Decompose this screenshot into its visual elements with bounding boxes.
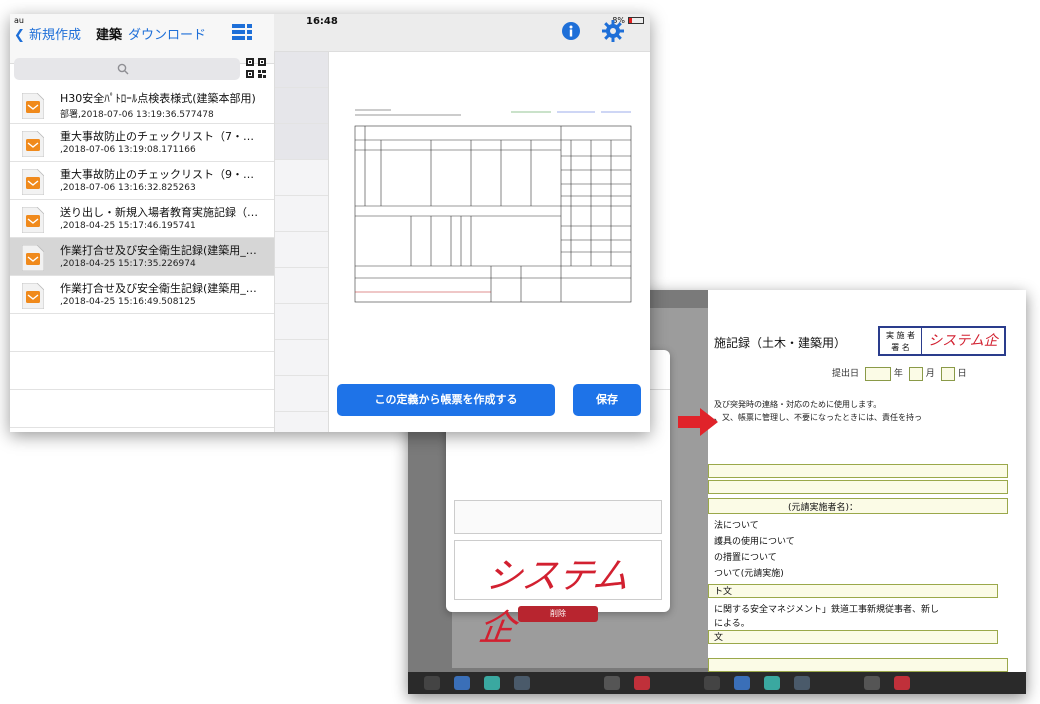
toolbar-globe-icon[interactable]: [734, 676, 750, 690]
toolbar-layout-icon[interactable]: [794, 676, 810, 690]
form-field-row[interactable]: [708, 584, 998, 598]
month-field[interactable]: [908, 366, 923, 381]
file-list-item[interactable]: 作業打合せ及び安全衛生記録(建築用_… ,2018-04-25 15:17:35.…: [10, 238, 274, 276]
toolbar-add-icon[interactable]: [604, 676, 620, 690]
toolbar-back-icon[interactable]: [424, 676, 440, 690]
notes: 及び突発時の連絡・対応のために使用します。 、又、帳票に管理し、不要になったとき…: [714, 398, 922, 424]
file-list-item[interactable]: 作業打合せ及び安全衛生記録(建築用_… ,2018-04-25 15:16:49.…: [10, 276, 274, 314]
form-field-row[interactable]: [708, 630, 998, 644]
document-title: 施記録（土木・建築用）: [714, 336, 847, 350]
stamp-value: システム企: [928, 333, 998, 349]
checklist-item: の措置について: [714, 553, 777, 563]
document-file-icon: [22, 169, 44, 195]
nav-title: 建築: [96, 28, 123, 43]
list-view-icon[interactable]: [232, 24, 252, 40]
search-input[interactable]: [14, 58, 240, 80]
month-label: 月: [925, 369, 935, 379]
file-list-item[interactable]: 重大事故防止のチェックリスト（9・1… ,2018-07-06 13:16:32.…: [10, 162, 274, 200]
file-subtitle: ,2018-07-06 13:19:08.171166: [60, 145, 196, 155]
file-subtitle: ,2018-04-25 15:17:46.195741: [60, 221, 196, 231]
submit-date-label: 提出日: [832, 369, 860, 379]
bottom-toolbar: [408, 672, 1026, 694]
document-file-icon: [22, 283, 44, 309]
form-right-pane: 施記録（土木・建築用） 実 施 者署 名 システム企 提出日 年 月 日 及び突…: [708, 290, 1026, 672]
toolbar-check-icon[interactable]: [894, 676, 910, 690]
empty-list-row: [10, 390, 274, 428]
signature-pad[interactable]: システム企: [454, 540, 662, 649]
stamp-label: 実 施 者署 名: [880, 328, 922, 354]
file-title: 作業打合せ及び安全衛生記録(建築用_…: [60, 282, 257, 295]
file-title: 重大事故防止のチェックリスト（7・8…: [60, 130, 260, 143]
file-subtitle: ,2018-07-06 13:16:32.825263: [60, 183, 196, 193]
file-title: 送り出し・新規入場者教育実施記録（…: [60, 206, 258, 219]
form-field-row[interactable]: [708, 658, 1008, 672]
search-icon: [117, 63, 129, 75]
day-label: 日: [957, 369, 967, 379]
form-field-row[interactable]: [708, 464, 1008, 478]
checklist-item: ついて(元請実施): [714, 569, 784, 579]
form-field-row[interactable]: [708, 480, 1008, 494]
document-file-icon: [22, 207, 44, 233]
back-button[interactable]: ❮ 新規作成: [14, 24, 81, 43]
note-line-1: 及び突発時の連絡・対応のために使用します。: [714, 400, 882, 409]
year-label: 年: [893, 369, 903, 379]
chevron-left-icon: ❮: [14, 28, 25, 43]
toolbar-layout-icon[interactable]: [514, 676, 530, 690]
delete-signature-button[interactable]: 削除: [518, 606, 598, 622]
form-preview-pane: この定義から帳票を作成する 保存: [328, 52, 650, 432]
document-file-icon: [22, 93, 44, 119]
download-link[interactable]: ダウンロード: [128, 24, 206, 43]
stamp-box: 実 施 者署 名 システム企: [878, 326, 1006, 356]
middle-column: [274, 52, 328, 432]
save-button[interactable]: 保存: [573, 384, 641, 416]
document-file-icon: [22, 245, 44, 271]
file-subtitle: ,2018-04-25 15:17:35.226974: [60, 259, 196, 269]
toolbar-check-icon[interactable]: [634, 676, 650, 690]
dialog-text-field[interactable]: [454, 500, 662, 534]
toolbar-grid-icon[interactable]: [764, 676, 780, 690]
file-list-item[interactable]: 送り出し・新規入場者教育実施記録（… ,2018-04-25 15:17:46.1…: [10, 200, 274, 238]
arrow-right-icon: [678, 408, 718, 436]
toolbar-globe-icon[interactable]: [454, 676, 470, 690]
file-list: H30安全ﾊﾟﾄﾛｰﾙ点検表様式(建築本部用) 部署,2018-07-06 13:…: [10, 86, 274, 428]
day-field[interactable]: [940, 366, 955, 381]
qr-code-icon[interactable]: [246, 58, 266, 78]
status-time: 16:48: [306, 16, 338, 27]
file-title: 作業打合せ及び安全衛生記録(建築用_…: [60, 244, 257, 257]
gear-icon[interactable]: [602, 20, 624, 42]
checklist-item: に関する安全マネジメント」鉄道工事新規従事者、新し: [714, 605, 940, 615]
form-thumbnail: [351, 106, 635, 306]
year-field[interactable]: [864, 366, 891, 381]
submit-date-row: 提出日 年 月 日: [832, 366, 967, 381]
ipad-screenshot: au 16:48 8% ❮ 新規作成 建築 ダウンロード H30安全ﾊﾟﾄﾛｰﾙ…: [10, 14, 650, 432]
file-subtitle: 部署,2018-07-06 13:19:36.577478: [60, 110, 214, 120]
note-line-2: 、又、帳票に管理し、不要になったときには、責任を持っ: [714, 413, 922, 422]
empty-list-row: [10, 314, 274, 352]
checklist-item: による。: [714, 619, 750, 629]
empty-list-row: [10, 352, 274, 390]
battery-icon: [628, 17, 644, 24]
checklist-item: 法について: [714, 521, 759, 531]
file-title: H30安全ﾊﾟﾄﾛｰﾙ点検表様式(建築本部用): [60, 92, 256, 105]
toolbar-add-icon[interactable]: [864, 676, 880, 690]
signature-text: システム企: [475, 556, 632, 649]
checklist-item: 護具の使用について: [714, 537, 795, 547]
document-file-icon: [22, 131, 44, 157]
file-list-item[interactable]: H30安全ﾊﾟﾄﾛｰﾙ点検表様式(建築本部用) 部署,2018-07-06 13:…: [10, 86, 274, 124]
create-from-definition-button[interactable]: この定義から帳票を作成する: [337, 384, 555, 416]
checklist-item: ト文: [714, 587, 733, 597]
main-contractor-label: (元請実施者名)：: [788, 503, 859, 513]
file-title: 重大事故防止のチェックリスト（9・1…: [60, 168, 260, 181]
toolbar-prev-icon[interactable]: [704, 676, 720, 690]
file-subtitle: ,2018-04-25 15:16:49.508125: [60, 297, 196, 307]
info-icon[interactable]: [562, 22, 580, 40]
checklist-item: 文: [714, 633, 724, 643]
toolbar-grid-icon[interactable]: [484, 676, 500, 690]
file-list-item[interactable]: 重大事故防止のチェックリスト（7・8… ,2018-07-06 13:19:08.…: [10, 124, 274, 162]
back-button-label: 新規作成: [29, 28, 82, 43]
